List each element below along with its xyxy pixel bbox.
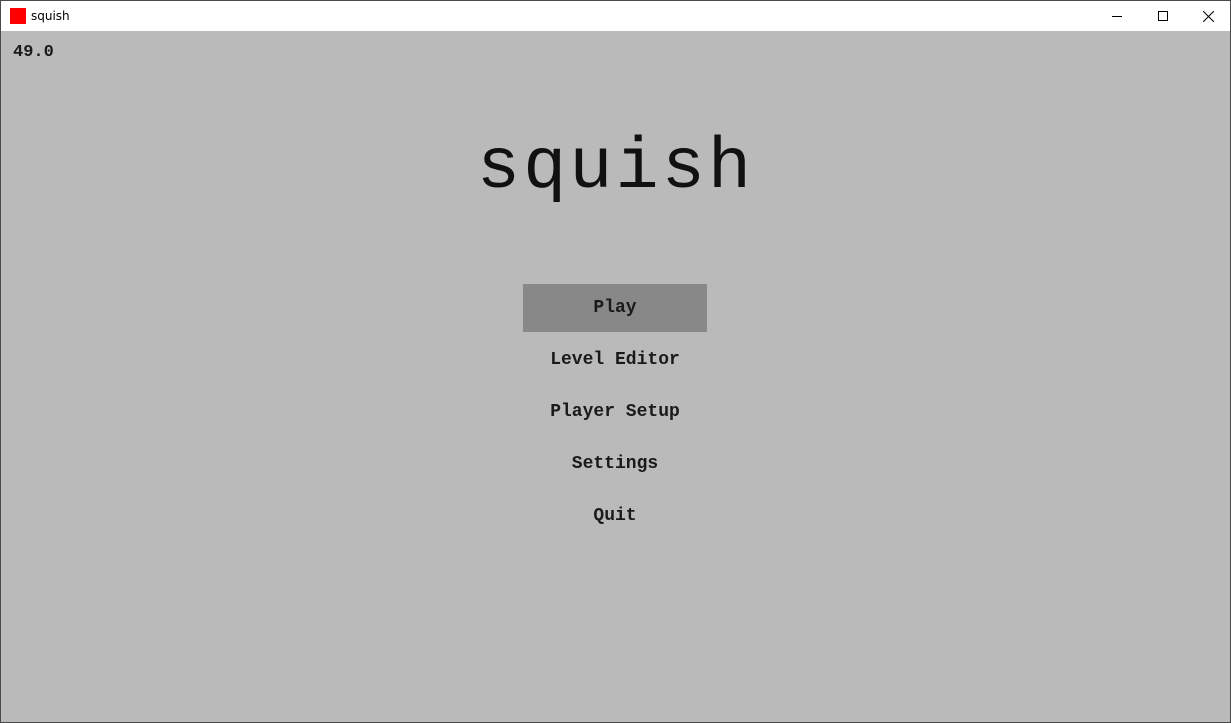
- menu-quit-button[interactable]: Quit: [523, 492, 707, 540]
- app-icon: [10, 8, 26, 24]
- game-canvas[interactable]: 49.0 squish Play Level Editor Player Set…: [1, 31, 1230, 722]
- close-button[interactable]: [1185, 1, 1230, 31]
- minimize-icon: [1112, 16, 1122, 17]
- window-title: squish: [31, 9, 70, 23]
- game-title: squish: [476, 127, 755, 209]
- menu-settings-button[interactable]: Settings: [523, 440, 707, 488]
- menu-player-setup-button[interactable]: Player Setup: [523, 388, 707, 436]
- title-bar[interactable]: squish: [1, 1, 1230, 31]
- menu-play-button[interactable]: Play: [523, 284, 707, 332]
- minimize-button[interactable]: [1094, 1, 1140, 31]
- maximize-icon: [1158, 11, 1168, 21]
- app-window: squish 49.0 squish Play Level Editor Pla…: [0, 0, 1231, 723]
- menu-level-editor-button[interactable]: Level Editor: [523, 336, 707, 384]
- close-icon: [1202, 10, 1214, 22]
- fps-counter: 49.0: [13, 43, 54, 62]
- maximize-button[interactable]: [1140, 1, 1186, 31]
- main-menu: Play Level Editor Player Setup Settings …: [523, 284, 709, 544]
